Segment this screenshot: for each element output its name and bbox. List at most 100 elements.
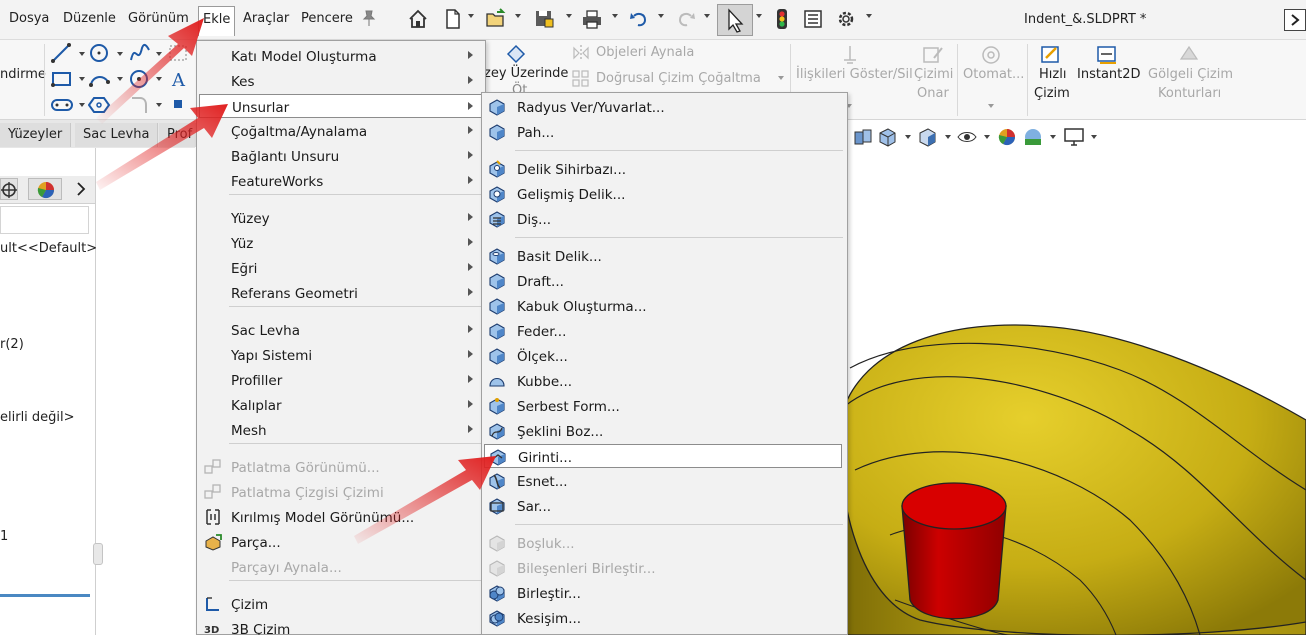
features-menu-item[interactable]: Birleştir... [482,581,847,605]
features-menu-item[interactable]: Basit Delik... [482,244,847,268]
insert-menu-item[interactable]: Unsurlar [199,94,482,118]
new-document-icon[interactable] [442,8,464,30]
display-style-caret-icon[interactable] [945,135,951,139]
offset-on-surface-label[interactable]: zey Üzerinde [484,66,568,81]
redo-dropdown-caret-icon[interactable] [704,14,710,18]
insert-menu-item[interactable]: Çizim [197,592,485,616]
insert-menu-item[interactable]: Çoğaltma/Aynalama [197,119,485,143]
save-icon[interactable] [533,8,555,30]
rectangle-caret-icon[interactable] [79,77,85,81]
new-dropdown-caret-icon[interactable] [468,14,474,18]
display-manager-tab-icon[interactable] [28,178,62,200]
orientation-caret-icon[interactable] [905,135,911,139]
home-icon[interactable] [407,8,429,30]
rebuild-traffic-light-icon[interactable] [771,8,793,30]
view-settings-caret-icon[interactable] [1091,135,1097,139]
section-view-icon[interactable] [853,127,873,147]
menu-duzenle[interactable]: Düzenle [63,11,116,26]
tree-item-configuration[interactable]: ult<<Default> [0,241,97,256]
arc-caret-icon[interactable] [117,77,123,81]
auto-dimension-label[interactable]: Otomat... [963,67,1024,82]
features-menu-item[interactable]: Delik Sihirbazı... [482,157,847,181]
scene-caret-icon[interactable] [1050,135,1056,139]
insert-menu-item[interactable]: Yüzey [197,206,485,230]
insert-menu-item[interactable]: Katı Model Oluşturma [197,44,485,68]
features-menu-item[interactable]: Pah... [482,120,847,144]
insert-menu-item[interactable]: Kırılmış Model Görünümü... [197,505,485,529]
insert-menu-item[interactable]: Eğri [197,256,485,280]
spline-caret-icon[interactable] [156,52,162,56]
slot-icon[interactable] [50,94,74,116]
tree-item-body[interactable]: 1 [0,529,8,544]
select-pointer-icon[interactable] [717,4,753,36]
insert-menu-item[interactable]: Profiller [197,368,485,392]
display-style-icon[interactable] [917,127,937,147]
insert-menu-item[interactable]: FeatureWorks [197,169,485,193]
hide-show-items-icon[interactable] [957,127,977,147]
display-relations-label[interactable]: İlişkileri Göster/Sil [796,67,913,82]
options-dropdown-caret-icon[interactable] [866,14,872,18]
panel-splitter-handle[interactable] [93,543,103,565]
tree-item-material[interactable]: elirli değil> [0,410,75,425]
polygon-caret-icon[interactable] [156,77,162,81]
repair-sketch-icon[interactable] [922,44,944,66]
insert-menu-item[interactable]: Mesh [197,418,485,442]
insert-menu-item[interactable]: Sac Levha [197,318,485,342]
tab-sheet-metal[interactable]: Sac Levha [75,123,159,147]
features-menu-item[interactable]: Ölçek... [482,344,847,368]
options-gear-icon[interactable] [835,8,857,30]
repair-sketch-label-2[interactable]: Onar [917,86,949,101]
expand-panel-icon[interactable] [1284,9,1306,31]
rollback-bar[interactable] [0,594,90,597]
features-menu-item[interactable]: Kesişim... [482,606,847,630]
mirror-entities-icon[interactable] [572,44,590,62]
save-dropdown-caret-icon[interactable] [566,14,572,18]
select-dropdown-caret-icon[interactable] [756,14,762,18]
open-dropdown-caret-icon[interactable] [515,14,521,18]
offset-on-surface-icon[interactable] [505,44,527,66]
features-menu-item[interactable]: Serbest Form... [482,394,847,418]
instant2d-icon[interactable] [1096,44,1118,66]
insert-menu-item[interactable]: Kes [197,69,485,93]
features-menu-item[interactable]: Gelişmiş Delik... [482,182,847,206]
rectangle-icon[interactable] [50,68,74,90]
menu-pencere[interactable]: Pencere [301,11,353,26]
polygon-icon[interactable] [128,68,152,90]
features-menu-item[interactable]: Girinti... [484,444,842,468]
file-properties-icon[interactable] [802,8,824,30]
print-icon[interactable] [581,8,603,30]
linear-pattern-caret-icon[interactable] [778,76,784,80]
insert-menu-item[interactable]: Bağlantı Unsuru [197,144,485,168]
quick-sketch-label-2[interactable]: Çizim [1034,86,1070,101]
pin-icon[interactable] [362,9,376,27]
features-menu-item[interactable]: Kubbe... [482,369,847,393]
undo-dropdown-caret-icon[interactable] [658,14,664,18]
circle-caret-icon[interactable] [117,52,123,56]
panel-next-chevron-icon[interactable] [74,180,88,198]
menu-ekle[interactable]: Ekle [198,6,236,36]
menu-dosya[interactable]: Dosya [9,11,49,26]
linear-pattern-icon[interactable] [572,70,590,88]
arc-icon[interactable] [88,68,112,90]
hexagon-icon[interactable] [87,94,112,116]
display-relations-icon[interactable] [840,44,860,66]
view-orientation-icon[interactable] [877,127,897,147]
circle-icon[interactable] [88,42,112,64]
apply-scene-icon[interactable] [1023,127,1043,147]
insert-menu-item[interactable]: Yapı Sistemi [197,343,485,367]
menu-gorunum[interactable]: Görünüm [128,11,189,26]
menu-araclar[interactable]: Araçlar [243,11,289,26]
auto-dimension-icon[interactable] [980,44,1002,66]
quick-sketch-icon[interactable] [1040,44,1062,66]
undo-icon[interactable] [628,8,650,30]
spline-icon[interactable] [128,42,152,64]
edit-appearance-icon[interactable] [997,127,1017,147]
part-model-viewport[interactable] [800,300,1306,635]
linear-pattern-label[interactable]: Doğrusal Çizim Çoğaltma [596,71,761,86]
redo-icon[interactable] [675,8,697,30]
shaded-contours-label-2[interactable]: Konturları [1158,86,1221,101]
tab-profiles[interactable]: Prof [159,123,201,147]
print-dropdown-caret-icon[interactable] [612,14,618,18]
mirror-entities-label[interactable]: Objeleri Aynala [596,45,694,60]
sketch-fillet-caret-icon[interactable] [156,103,162,107]
